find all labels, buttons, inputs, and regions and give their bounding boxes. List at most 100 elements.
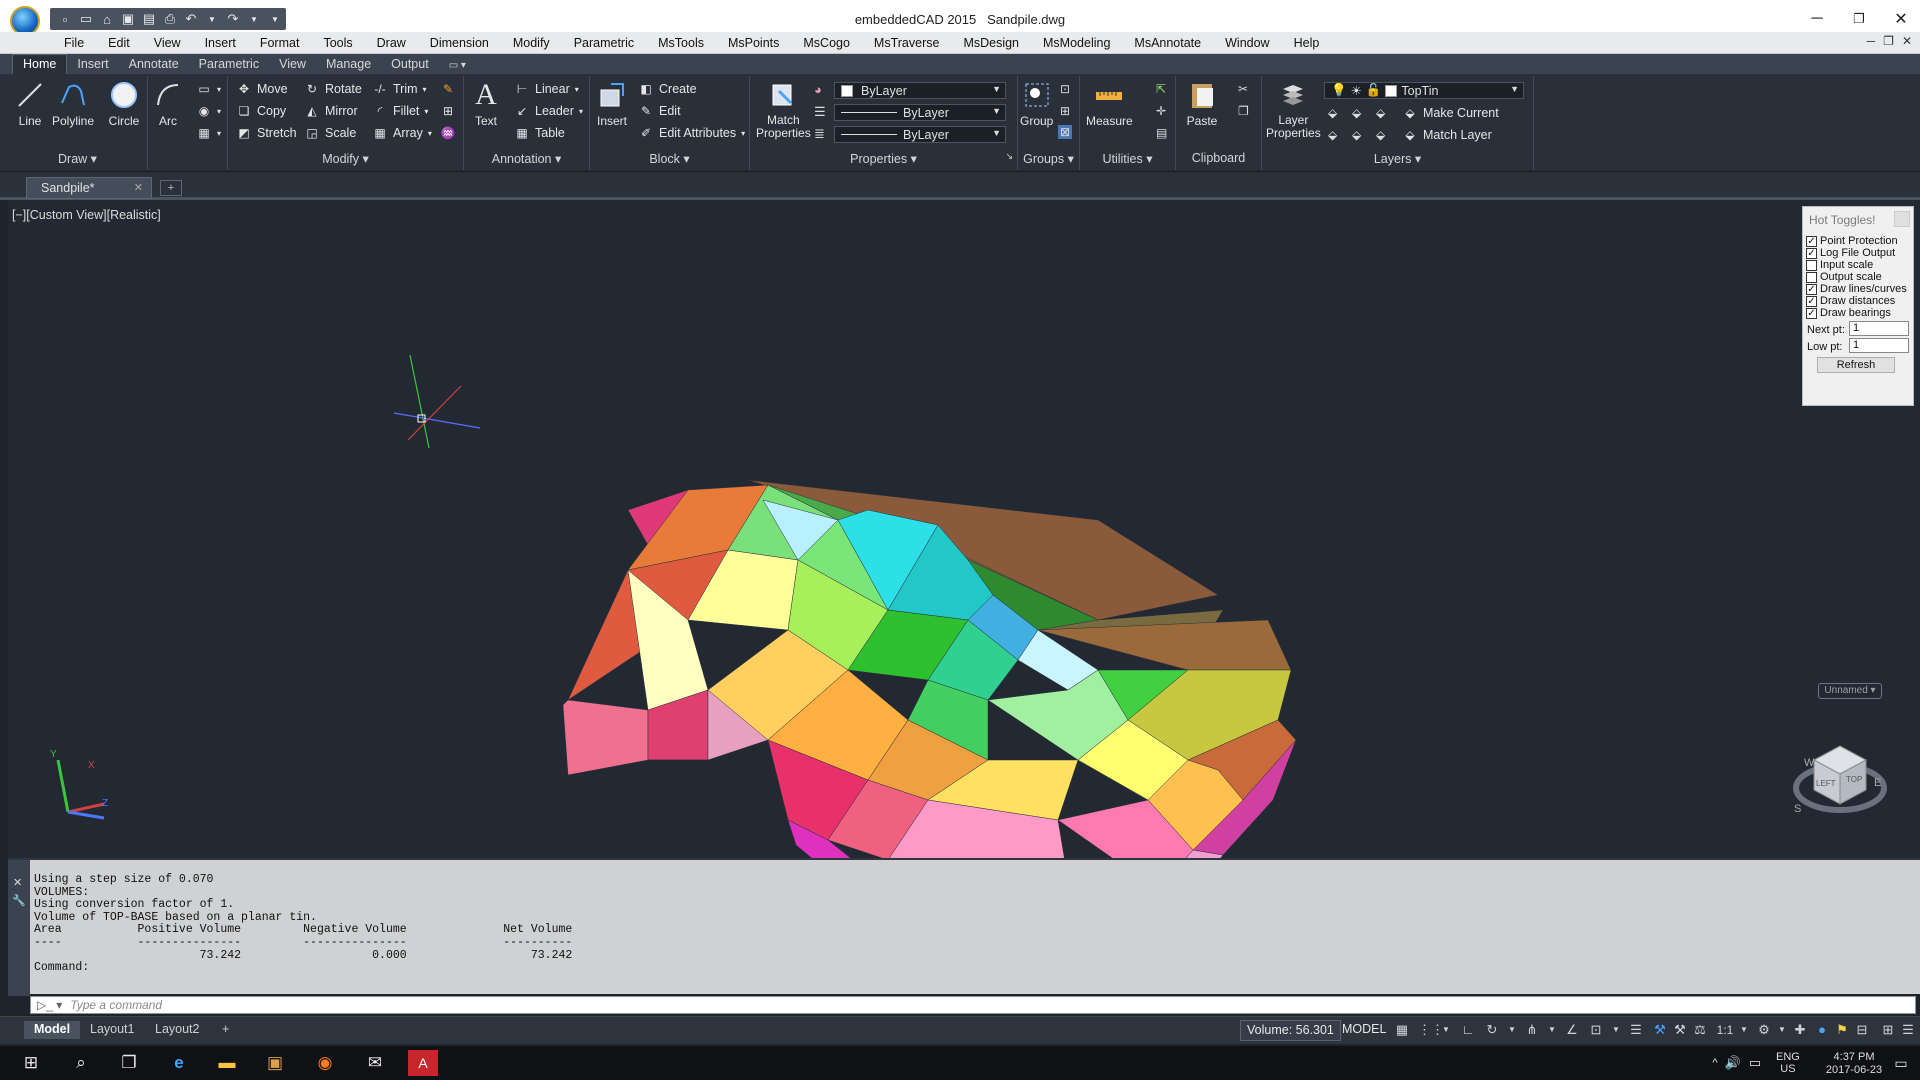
erase-tool[interactable]: ✎ xyxy=(440,82,456,96)
color-select[interactable]: ByLayer ▼ xyxy=(834,82,1006,99)
model-space-toggle[interactable]: MODEL xyxy=(1336,1020,1392,1041)
checkbox-icon[interactable]: ✓ xyxy=(1806,247,1817,259)
search-icon[interactable]: ⌕ xyxy=(66,1050,96,1076)
arc-button[interactable]: Arc xyxy=(152,80,184,128)
stretch-button[interactable]: ◩ Stretch xyxy=(236,126,296,140)
make-current-button[interactable]: ⬙ Make Current xyxy=(1402,106,1498,120)
toggle-draw-bearings[interactable]: ✓ Draw bearings xyxy=(1806,307,1891,319)
menu-msannotate[interactable]: MsAnnotate xyxy=(1122,36,1213,50)
checkbox-icon[interactable]: ✓ xyxy=(1806,283,1817,295)
menu-mstools[interactable]: MsTools xyxy=(646,36,716,50)
close-button[interactable]: ✕ xyxy=(1882,6,1920,32)
action-center-icon[interactable]: ▭ xyxy=(1886,1050,1916,1076)
scale-button[interactable]: ◲ Scale xyxy=(304,126,356,140)
isodraft-dropdown-icon[interactable]: ▼ xyxy=(1544,1022,1560,1038)
copy-button[interactable]: ❏ Copy xyxy=(236,104,287,118)
move-button[interactable]: ✥ Move xyxy=(236,82,288,96)
checkbox-icon[interactable] xyxy=(1806,259,1817,271)
properties-panel-label[interactable]: Properties ▾ ↘ xyxy=(750,151,1017,168)
polar-dropdown-icon[interactable]: ▼ xyxy=(1504,1022,1520,1038)
text-button[interactable]: A Text xyxy=(470,78,502,128)
edge-browser-icon[interactable]: e xyxy=(164,1050,194,1076)
snap-icon[interactable]: ⋮⋮ xyxy=(1418,1022,1444,1038)
auto-scale-icon[interactable]: ⚒ xyxy=(1672,1022,1688,1038)
firefox-icon[interactable]: ◉ xyxy=(310,1050,340,1076)
mirror-button[interactable]: ◭ Mirror xyxy=(304,104,357,118)
menu-format[interactable]: Format xyxy=(248,36,312,50)
properties-launcher-icon[interactable]: ↘ xyxy=(1005,151,1013,162)
cad-app-taskbar-icon[interactable]: A xyxy=(408,1050,438,1076)
calculator-icon[interactable]: ▤ xyxy=(1156,126,1167,140)
rotate-button[interactable]: ↻ Rotate xyxy=(304,82,362,96)
layer-off-icon[interactable]: ⬙ xyxy=(1328,106,1337,120)
lineweight-select[interactable]: ByLayer ▼ xyxy=(834,126,1006,143)
annotation-scale-value[interactable]: 1:1 xyxy=(1714,1022,1736,1038)
media-player-icon[interactable]: ▣ xyxy=(260,1050,290,1076)
clock[interactable]: 4:37 PM 2017-06-23 xyxy=(1812,1051,1896,1077)
menu-window[interactable]: Window xyxy=(1213,36,1281,50)
tab-home[interactable]: Home xyxy=(12,54,68,74)
menu-draw[interactable]: Draw xyxy=(365,36,418,50)
tab-manage[interactable]: Manage xyxy=(316,55,381,74)
checkbox-icon[interactable]: ✓ xyxy=(1806,295,1817,307)
command-prompt-icon[interactable]: ▷_ ▾ xyxy=(37,998,62,1012)
workspace-gear-icon[interactable]: ⚙ xyxy=(1756,1022,1772,1038)
tab-insert[interactable]: Insert xyxy=(67,55,118,74)
color-wheel-icon[interactable]: ◕ xyxy=(814,82,822,97)
layout-tab-model[interactable]: Model xyxy=(24,1021,81,1039)
fillet-button[interactable]: ◜ Fillet ▾ xyxy=(372,104,429,118)
restore-button[interactable]: ❐ xyxy=(1840,6,1878,32)
offset-tool[interactable]: ♒ xyxy=(440,126,456,140)
file-explorer-icon[interactable]: ▬ xyxy=(212,1050,242,1076)
close-command-icon[interactable]: ✕ xyxy=(13,876,22,889)
clean-screen-icon[interactable]: ⊟ xyxy=(1854,1022,1870,1038)
doc-minimize-icon[interactable]: ─ xyxy=(1867,34,1876,48)
drawing-viewport[interactable]: [−][Custom View][Realistic] Y X Z TOP LE… xyxy=(8,200,1920,858)
layer-lock-tool-icon[interactable]: ⬙ xyxy=(1328,128,1337,142)
grid-icon[interactable]: ▦ xyxy=(1394,1022,1410,1038)
toggle-input-scale[interactable]: Input scale xyxy=(1806,259,1873,271)
rectangle-tool[interactable]: ▭ ▾ xyxy=(196,82,221,96)
modify-panel-label[interactable]: Modify ▾ xyxy=(228,151,463,168)
measure-button[interactable]: Measure xyxy=(1086,80,1133,128)
toggle-draw-distances[interactable]: ✓ Draw distances xyxy=(1806,295,1895,307)
close-tab-icon[interactable]: ✕ xyxy=(134,181,143,194)
layers-panel-label[interactable]: Layers ▾ xyxy=(1262,151,1533,168)
menu-parametric[interactable]: Parametric xyxy=(562,36,646,50)
insert-block-button[interactable]: Insert xyxy=(596,80,628,128)
fullscreen-icon[interactable]: ⊞ xyxy=(1880,1022,1896,1038)
object-snap-dropdown-icon[interactable]: ▼ xyxy=(1608,1022,1624,1038)
menu-mscogo[interactable]: MsCogo xyxy=(791,36,862,50)
layer-properties-button[interactable]: Layer Properties xyxy=(1266,80,1321,140)
language-indicator[interactable]: ENG US xyxy=(1776,1051,1800,1075)
copy-clip-icon[interactable]: ❐ xyxy=(1238,104,1249,118)
annotation-monitor-icon[interactable]: ✚ xyxy=(1792,1022,1808,1038)
polyline-button[interactable]: Polyline xyxy=(52,80,94,128)
checkbox-icon[interactable] xyxy=(1806,271,1817,283)
lineweight-display-icon[interactable]: ☰ xyxy=(1628,1022,1644,1038)
checkbox-icon[interactable]: ✓ xyxy=(1806,307,1817,319)
toggle-log-file-output[interactable]: ✓ Log File Output xyxy=(1806,247,1895,259)
object-snap-tracking-icon[interactable]: ∠ xyxy=(1564,1022,1580,1038)
tab-output[interactable]: Output xyxy=(381,55,439,74)
menu-msmodeling[interactable]: MsModeling xyxy=(1031,36,1122,50)
trim-button[interactable]: -/- Trim ▾ xyxy=(372,82,426,96)
quick-select-icon[interactable]: ⇱ xyxy=(1156,82,1166,96)
explode-tool[interactable]: ⊞ xyxy=(440,104,456,118)
command-input[interactable]: ▷_ ▾ Type a command xyxy=(30,996,1916,1014)
doc-tab-sandpile[interactable]: Sandpile* ✕ xyxy=(26,177,152,199)
edit-block-button[interactable]: ✎ Edit xyxy=(638,104,681,118)
command-grip[interactable]: ✕ 🔧 xyxy=(8,860,30,996)
menu-help[interactable]: Help xyxy=(1282,36,1332,50)
tab-annotate[interactable]: Annotate xyxy=(119,55,189,74)
doc-close-icon[interactable]: ✕ xyxy=(1902,34,1912,48)
line-button[interactable]: Line xyxy=(14,80,46,128)
tab-view[interactable]: View xyxy=(269,55,316,74)
network-icon[interactable]: ▭ xyxy=(1740,1050,1770,1076)
menu-tools[interactable]: Tools xyxy=(311,36,364,50)
menu-mspoints[interactable]: MsPoints xyxy=(716,36,791,50)
windows-start-icon[interactable]: ⊞ xyxy=(16,1050,46,1076)
table-button[interactable]: ▦ Table xyxy=(514,126,565,140)
ribbon-minimize-icon[interactable]: ▭ ▾ xyxy=(439,58,476,74)
array-button[interactable]: ▦ Array ▾ xyxy=(372,126,432,140)
